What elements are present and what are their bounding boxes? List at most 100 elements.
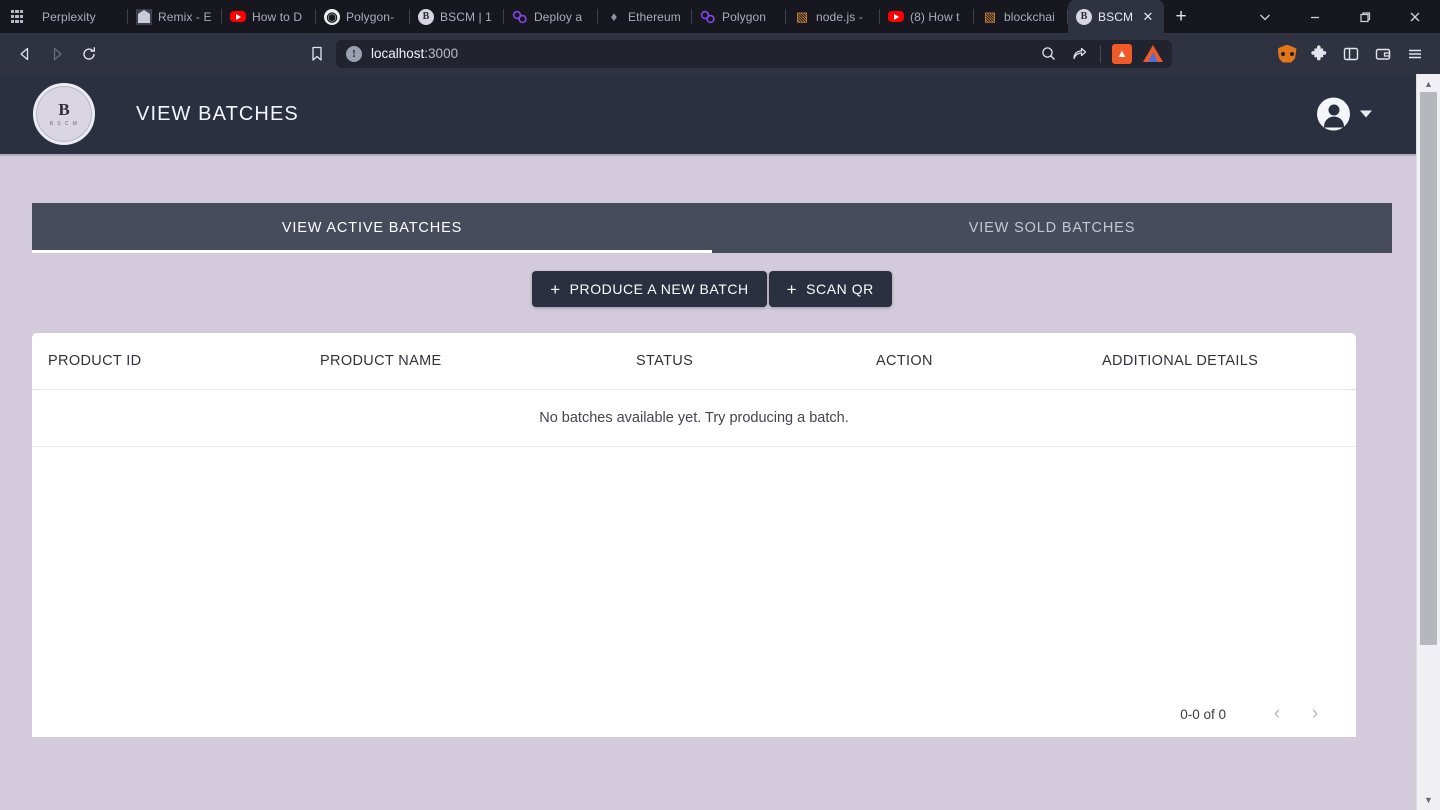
plus-icon: + [550,279,561,299]
restore-icon[interactable] [1340,0,1390,33]
browser-tab-ethereum[interactable]: ♦ Ethereum [598,0,692,33]
batch-tabs: VIEW ACTIVE BATCHES VIEW SOLD BATCHES [32,203,1392,253]
browser-tab-label: Polygon [722,9,767,24]
brave-shields-icon[interactable]: ▲ [1107,40,1137,68]
share-icon[interactable] [1064,40,1094,68]
app-header: B B S C M VIEW BATCHES [0,74,1440,156]
account-menu[interactable] [1317,97,1372,131]
scroll-down-icon[interactable]: ▼ [1417,790,1440,810]
logo-subtext: B S C M [49,121,79,127]
site-info-icon[interactable]: ! [346,45,362,62]
url-text: localhost:3000 [371,46,1033,61]
chevron-down-icon [1360,110,1372,118]
browser-tab-label: Perplexity [42,9,96,24]
browser-tab-blockchain[interactable]: ▧ blockchai [974,0,1068,33]
nodejs-icon: ▧ [795,8,809,24]
browser-tab-perplexity[interactable]: Perplexity [34,0,128,33]
browser-tab-polygon[interactable]: Polygon [692,0,786,33]
polygon-icon [700,9,716,25]
page-viewport: B B S C M VIEW BATCHES VIEW ACTIVE BATCH… [0,74,1440,810]
menu-icon[interactable] [1400,40,1430,68]
address-bar[interactable]: ! localhost:3000 ▲ [336,39,1172,68]
pagination-prev-button[interactable]: ‹ [1260,697,1294,731]
tab-label: VIEW ACTIVE BATCHES [281,220,463,236]
scan-qr-button[interactable]: + SCAN QR [768,271,892,307]
button-label: PRODUCE A NEW BATCH [569,281,749,297]
browser-tab-label: node.js - [816,9,863,24]
tab-label: VIEW SOLD BATCHES [968,220,1136,236]
browser-tab-label: blockchai [1004,9,1055,24]
column-header-status: STATUS [636,353,694,369]
forward-icon[interactable] [42,40,72,68]
pagination-next-button[interactable]: › [1298,697,1332,731]
button-label: SCAN QR [806,281,874,297]
app-logo[interactable]: B B S C M [33,83,95,145]
reload-icon[interactable] [74,40,104,68]
chevron-down-icon[interactable] [1240,0,1290,33]
nodejs-icon: ▧ [983,8,997,24]
url-port: :3000 [424,46,459,61]
wallet-icon[interactable] [1368,40,1398,68]
column-header-action: ACTION [876,353,933,369]
sidebar-icon[interactable] [1336,40,1366,68]
search-icon[interactable] [1033,40,1063,68]
browser-tab-bscm-active[interactable]: B BSCM ✕ [1068,0,1164,33]
tab-view-sold-batches[interactable]: VIEW SOLD BATCHES [712,203,1392,253]
browser-tab-polygon-github[interactable]: ◉ Polygon- [316,0,410,33]
action-buttons: + PRODUCE A NEW BATCH + SCAN QR [32,253,1392,307]
youtube-icon [888,9,904,25]
table-pagination: 0-0 of 0 ‹ › [1180,697,1332,731]
plus-icon: + [786,279,798,299]
brave-rewards-icon[interactable] [1138,40,1168,68]
close-icon[interactable]: ✕ [1140,9,1156,25]
bscm-icon: B [418,8,434,25]
youtube-icon [230,9,246,25]
ethereum-icon: ♦ [610,9,618,24]
browser-tab-nodejs[interactable]: ▧ node.js - [786,0,880,33]
url-host: localhost [371,46,425,61]
produce-new-batch-button[interactable]: + PRODUCE A NEW BATCH [532,271,767,307]
browser-tab-remix[interactable]: Remix - E [128,0,222,33]
browser-toolbar: ! localhost:3000 ▲ [0,33,1440,74]
browser-tab-label: How to D [252,9,303,24]
divider [1100,44,1101,63]
polygon-icon [512,9,528,25]
browser-tab-label: BSCM [1098,9,1134,24]
minimize-icon[interactable] [1290,0,1340,33]
browser-tab-label: Ethereum [628,9,681,24]
window-controls [1240,0,1440,33]
browser-tab-how-t[interactable]: (8) How t [880,0,974,33]
browser-tab-how-to-d[interactable]: How to D [222,0,316,33]
page-title: VIEW BATCHES [136,102,299,125]
back-icon[interactable] [10,40,40,68]
tab-view-active-batches[interactable]: VIEW ACTIVE BATCHES [32,203,712,253]
browser-tab-label: Remix - E [158,9,212,24]
browser-tab-label: BSCM | 1 [440,9,492,24]
scrollbar-thumb[interactable] [1420,92,1437,645]
pagination-range: 0-0 of 0 [1180,706,1226,722]
browser-tab-label: (8) How t [910,9,960,24]
address-bar-actions: ▲ [1033,40,1168,68]
main-content: VIEW ACTIVE BATCHES VIEW SOLD BATCHES + … [0,156,1440,737]
bscm-icon: B [1076,8,1092,25]
scroll-up-icon[interactable]: ▲ [1417,74,1440,94]
grid-icon [10,10,24,23]
github-icon: ◉ [324,8,340,25]
remix-icon [136,8,152,25]
column-header-additional-details: ADDITIONAL DETAILS [1102,353,1259,369]
metamask-icon[interactable] [1272,40,1302,68]
bookmark-icon[interactable] [302,40,332,68]
extensions-icon[interactable] [1304,40,1334,68]
browser-tab-deploy[interactable]: Deploy a [504,0,598,33]
browser-tabs: Perplexity Remix - E How to D ◉ Polygon-… [34,0,1164,33]
tab-grid-button[interactable] [0,0,34,33]
new-tab-button[interactable]: + [1164,0,1198,33]
table-empty-message: No batches available yet. Try producing … [32,390,1356,447]
close-window-icon[interactable] [1390,0,1440,33]
browser-tab-label: Polygon- [346,9,395,24]
page-scrollbar[interactable]: ▲ ▼ [1416,74,1440,810]
browser-tab-bscm-1[interactable]: B BSCM | 1 [410,0,504,33]
logo-mark: B [58,100,70,119]
browser-tabstrip: Perplexity Remix - E How to D ◉ Polygon-… [0,0,1440,33]
batches-table: PRODUCT ID PRODUCT NAME STATUS ACTION AD… [32,333,1356,737]
